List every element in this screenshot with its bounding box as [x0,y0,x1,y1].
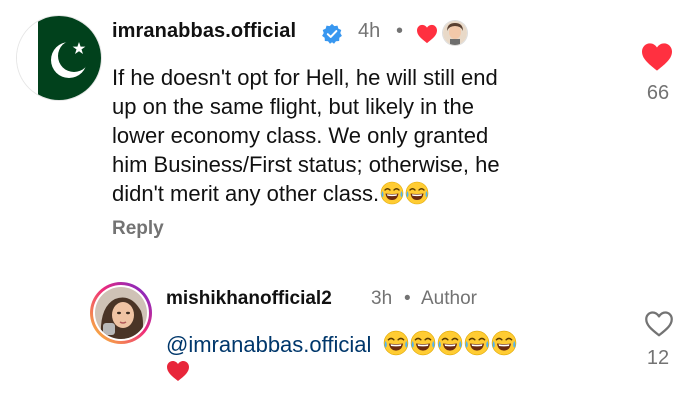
comment-text: If he doesn't opt for Hell, he will stil… [112,63,582,212]
pakistan-flag-avatar[interactable] [17,16,101,100]
comment-text-line: If he doesn't opt for Hell, he will stil… [112,65,498,90]
comment-text-line: didn't merit any other class. [112,181,380,206]
comment-timestamp: 4h [358,20,381,42]
reply-like-count: 12 [646,347,670,369]
face-with-tears-of-joy-icon [380,181,404,212]
comment-like-count: 66 [646,82,670,104]
reply-timestamp: 3h [371,288,393,309]
comment-text-line: lower economy class. We only granted [112,123,489,148]
face-with-tears-of-joy-icon [383,330,410,362]
creator-liked-heart-icon [416,24,438,49]
face-with-tears-of-joy-icon [464,330,491,362]
heart-outline-icon[interactable] [644,310,674,343]
avatar-ring [93,285,149,341]
creator-avatar [443,21,467,45]
face-with-tears-of-joy-icon [405,181,429,212]
comment-text-line: him Business/First status; otherwise, he [112,152,500,177]
profile-photo [95,287,147,339]
reply-avatar[interactable] [90,282,152,344]
mention-link[interactable]: @imranabbas.official [166,332,371,357]
separator-dot: • [396,20,404,42]
comment-username[interactable]: imranabbas.official [112,20,296,43]
red-heart-emoji-icon [166,360,190,387]
separator-dot: • [404,288,411,309]
comment-text-line: up on the same flight, but likely in the [112,94,474,119]
heart-filled-icon[interactable] [640,42,674,77]
reply-text: @imranabbas.official [166,330,518,362]
comment-text-line-last: didn't merit any other class. [112,179,582,212]
verified-badge-icon [321,23,343,50]
reply-button[interactable]: Reply [112,218,164,240]
face-with-tears-of-joy-icon [410,330,437,362]
face-with-tears-of-joy-icon [437,330,464,362]
face-with-tears-of-joy-icon [491,330,518,362]
author-label: Author [421,288,477,309]
reply-username[interactable]: mishikhanofficial2 [166,288,332,310]
